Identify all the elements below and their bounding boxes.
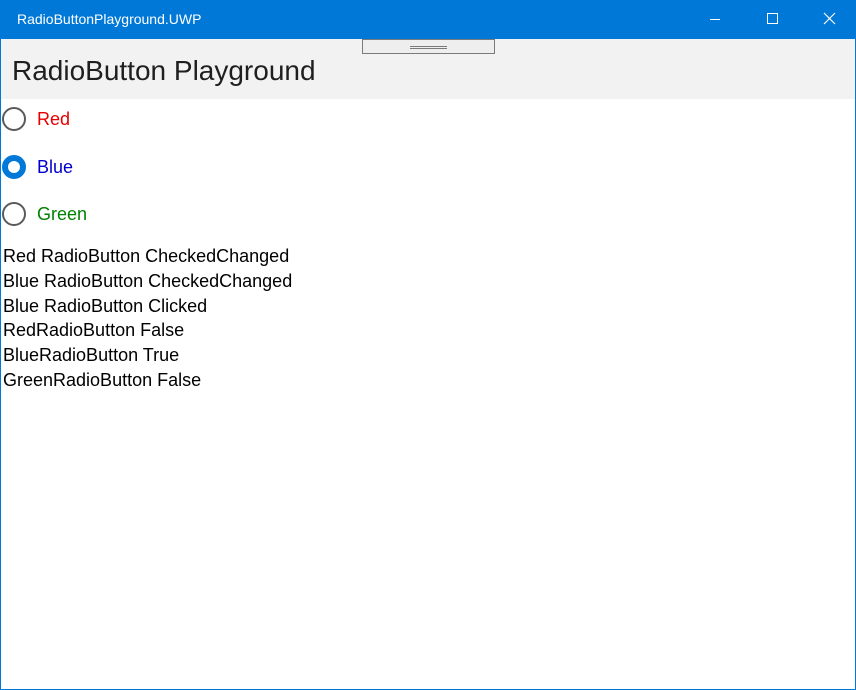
log-line: BlueRadioButton True <box>3 345 180 366</box>
log-line: Blue RadioButton CheckedChanged <box>3 270 293 291</box>
radio-label: Red <box>37 109 71 129</box>
minimize-button[interactable] <box>687 0 744 39</box>
radio-label: Blue <box>37 157 74 177</box>
radio-green[interactable]: Green <box>1 199 201 229</box>
page-header: RadioButton Playground <box>1 39 855 99</box>
log-line: GreenRadioButton False <box>3 369 202 390</box>
radio-circle[interactable] <box>2 107 26 131</box>
radio-label: Green <box>37 204 88 224</box>
maximize-button[interactable] <box>744 0 801 39</box>
drag-handle[interactable] <box>362 39 495 54</box>
radio-circle[interactable] <box>2 202 26 226</box>
grip-line <box>410 48 447 49</box>
log-line: Blue RadioButton Clicked <box>3 295 208 316</box>
log-line: Red RadioButton CheckedChanged <box>3 246 290 266</box>
app-window: RadioButtonPlayground.UWP RadioButton Pl… <box>0 0 856 690</box>
event-log: Red RadioButton CheckedChanged Blue Radi… <box>3 244 292 393</box>
window-title: RadioButtonPlayground.UWP <box>17 11 202 27</box>
title-bar[interactable]: RadioButtonPlayground.UWP <box>1 0 855 39</box>
close-icon <box>823 12 836 25</box>
close-button[interactable] <box>801 0 855 39</box>
radio-blue[interactable]: Blue <box>1 152 201 182</box>
maximize-icon <box>767 13 778 24</box>
grip-line <box>410 46 447 47</box>
log-line: RedRadioButton False <box>3 320 185 341</box>
radio-circle[interactable] <box>2 155 26 179</box>
radio-red[interactable]: Red <box>1 104 201 134</box>
page-title: RadioButton Playground <box>12 55 316 86</box>
minimize-icon <box>710 19 720 20</box>
